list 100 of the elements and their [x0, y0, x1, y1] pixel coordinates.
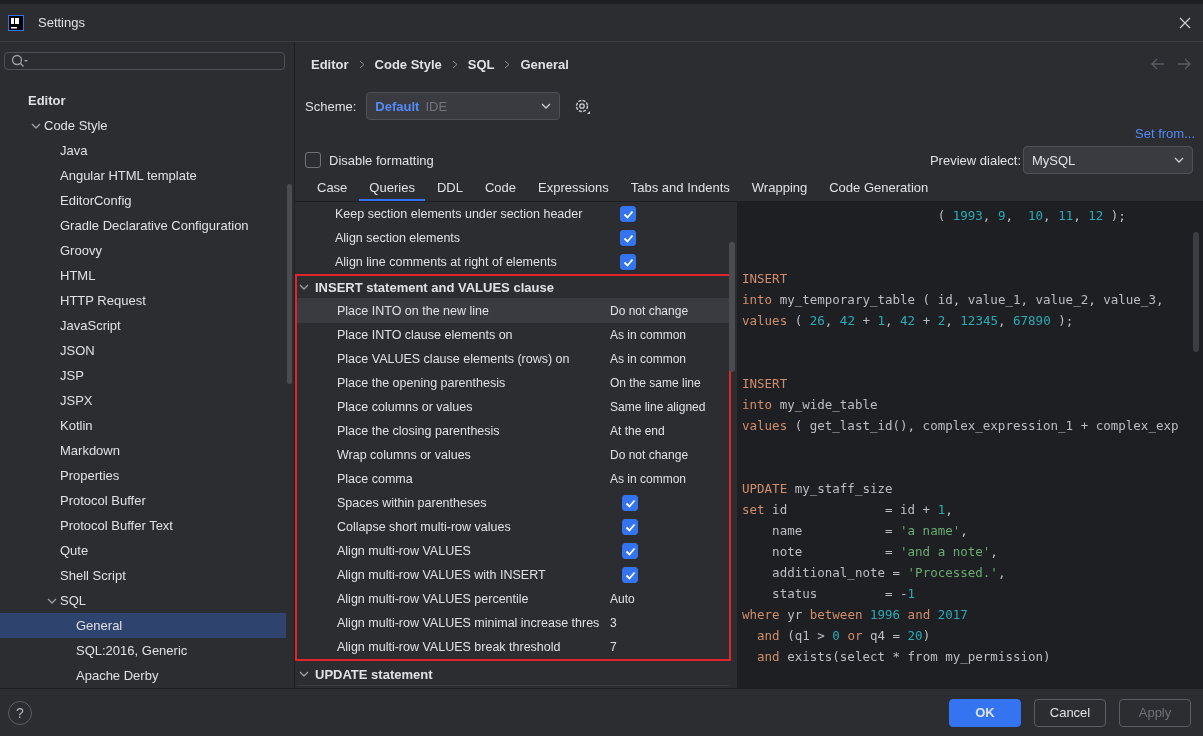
option-row[interactable]: Align multi-row VALUES percentile Auto — [297, 587, 729, 611]
tree-item[interactable]: Groovy — [0, 238, 286, 263]
option-row[interactable]: Place the opening parenthesis On the same line — [297, 371, 729, 395]
tab[interactable]: Expressions — [528, 176, 619, 201]
option-label: Keep section elements under section header — [335, 207, 584, 221]
close-icon[interactable] — [1179, 16, 1191, 29]
tree-item[interactable]: Protocol Buffer — [0, 488, 286, 513]
checkbox[interactable] — [622, 543, 638, 559]
checkbox[interactable] — [622, 519, 638, 535]
section-header[interactable]: UPDATE statement — [297, 663, 729, 686]
option-row[interactable]: Place comma As in common — [297, 467, 729, 491]
option-value[interactable]: Same line aligned — [610, 400, 729, 414]
tab[interactable]: Code Generation — [819, 176, 939, 201]
option-row[interactable]: Place INTO on the new line Do not change — [297, 299, 729, 323]
option-row[interactable]: Wrap columns or values Do not change — [297, 443, 729, 467]
tree-item[interactable]: Shell Script — [0, 563, 286, 588]
option-label: Place the closing parenthesis — [337, 424, 501, 438]
breadcrumb-item[interactable]: General — [520, 56, 569, 72]
tree-item[interactable]: HTML — [0, 263, 286, 288]
option-row[interactable]: Place INTO clause elements on As in common — [297, 323, 729, 347]
tree-item[interactable]: JSON — [0, 338, 286, 363]
tree-item[interactable]: JavaScript — [0, 313, 286, 338]
option-value[interactable]: On the same line — [610, 376, 729, 390]
tab[interactable]: Code — [474, 176, 526, 201]
option-row[interactable]: Align multi-row VALUES break threshold 7 — [297, 635, 729, 659]
set-from-link[interactable]: Set from... — [1135, 126, 1195, 144]
checkbox[interactable] — [620, 206, 636, 222]
checkbox[interactable] — [305, 152, 321, 168]
chevron-down-icon[interactable] — [299, 282, 309, 292]
option-value[interactable]: 7 — [610, 640, 729, 654]
option-label: Align multi-row VALUES — [337, 544, 472, 558]
tree-item[interactable]: Gradle Declarative Configuration — [0, 213, 286, 238]
code-line: status = -1 — [771, 585, 917, 603]
tree-item[interactable]: Apache Derby — [0, 663, 286, 688]
window-title: Settings — [38, 15, 85, 30]
option-label: Spaces within parentheses — [337, 496, 488, 510]
option-row[interactable]: Align line comments at right of elements — [295, 250, 737, 274]
tree-item[interactable]: Properties — [0, 463, 286, 488]
tab[interactable]: Queries — [359, 176, 425, 201]
scrollbar[interactable] — [729, 242, 735, 372]
option-row[interactable]: Place VALUES clause elements (rows) on As in common — [297, 347, 729, 371]
tree-group-header[interactable]: Editor — [0, 88, 286, 113]
tree-item[interactable]: Code Style — [0, 113, 286, 138]
tab[interactable]: DDL — [426, 176, 473, 201]
tree-item[interactable]: SQL — [0, 588, 286, 613]
option-value[interactable]: Auto — [610, 592, 729, 606]
search-field[interactable] — [4, 52, 285, 70]
checkbox[interactable] — [620, 230, 636, 246]
tree-item[interactable]: Protocol Buffer Text — [0, 513, 286, 538]
checkbox[interactable] — [622, 567, 638, 583]
option-label: Place comma — [337, 472, 414, 486]
tree-item[interactable]: Kotlin — [0, 413, 286, 438]
option-row[interactable]: Spaces within parentheses — [297, 491, 729, 515]
settings-icon[interactable] — [574, 97, 592, 115]
tab[interactable]: Wrapping — [741, 176, 818, 201]
tree-item[interactable]: Qute — [0, 538, 286, 563]
breadcrumb-item[interactable]: Code Style — [374, 56, 442, 72]
tab[interactable]: Case — [307, 176, 358, 201]
tree-item[interactable]: JSPX — [0, 388, 286, 413]
option-row[interactable]: Place the closing parenthesis At the end — [297, 419, 729, 443]
option-row[interactable]: Place columns or values Same line aligned — [297, 395, 729, 419]
option-row[interactable]: Align multi-row VALUES — [297, 539, 729, 563]
code-line: and (q1 > 0 or q4 = 20) — [756, 627, 932, 645]
option-label: Place INTO clause elements on — [337, 328, 514, 342]
option-row[interactable]: Align multi-row VALUES minimal increase thres 3 — [297, 611, 729, 635]
tree-item[interactable]: Java — [0, 138, 286, 163]
tree-item[interactable]: HTTP Request — [0, 288, 286, 313]
tree-item[interactable]: SQL:2016, Generic — [0, 638, 286, 663]
checkbox[interactable] — [620, 254, 636, 270]
tab[interactable]: Tabs and Indents — [620, 176, 740, 201]
option-row[interactable]: Collapse short multi-row values — [297, 515, 729, 539]
checkmark-icon — [622, 208, 634, 220]
dialog-button[interactable]: Cancel — [1034, 698, 1106, 727]
option-value[interactable]: As in common — [610, 472, 729, 486]
option-value[interactable]: As in common — [610, 328, 729, 342]
scrollbar[interactable] — [287, 184, 292, 384]
dialect-dropdown[interactable]: MySQL — [1023, 146, 1193, 174]
tree-item[interactable]: Angular HTML template — [0, 163, 286, 188]
option-label: Place the opening parenthesis — [337, 376, 507, 390]
option-value[interactable]: At the end — [610, 424, 729, 438]
chevron-down-icon[interactable] — [299, 669, 309, 679]
tree-item[interactable]: EditorConfig — [0, 188, 286, 213]
tree-item[interactable]: General — [0, 613, 286, 638]
code-line: and exists(select * from my_permission) — [756, 648, 1052, 666]
option-row[interactable]: Align section elements — [295, 226, 737, 250]
option-value[interactable]: Do not change — [610, 448, 729, 462]
breadcrumb-item[interactable]: SQL — [467, 56, 495, 72]
option-value[interactable]: As in common — [610, 352, 729, 366]
checkmark-icon — [624, 521, 636, 533]
option-row[interactable]: Keep section elements under section header — [295, 202, 737, 226]
chevron-down-icon — [541, 103, 552, 109]
breadcrumb-item[interactable]: Editor — [311, 56, 349, 72]
option-row[interactable]: Align multi-row VALUES with INSERT — [297, 563, 729, 587]
checkbox[interactable] — [622, 495, 638, 511]
tree-item[interactable]: Markdown — [0, 438, 286, 463]
option-value[interactable]: Do not change — [610, 304, 729, 318]
option-value[interactable]: 3 — [610, 616, 729, 630]
tree-item[interactable]: JSP — [0, 363, 286, 388]
scrollbar[interactable] — [1193, 232, 1199, 352]
option-label: Align multi-row VALUES with INSERT — [337, 568, 547, 582]
